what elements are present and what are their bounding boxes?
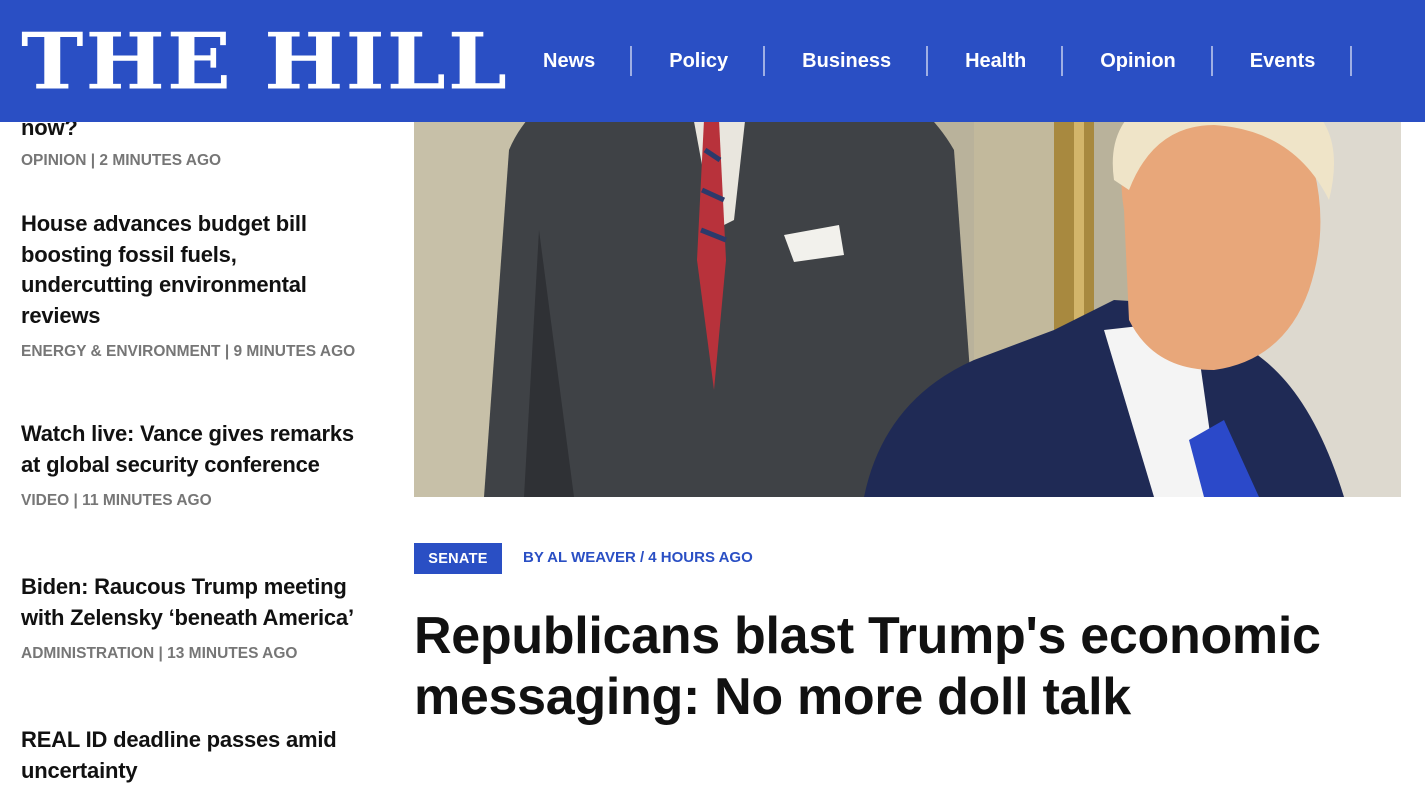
- main-nav: News Policy Business Health Opinion Even…: [506, 0, 1352, 122]
- nav-policy[interactable]: Policy: [632, 45, 766, 77]
- list-item: House advances budget bill boosting foss…: [21, 209, 361, 365]
- nav-news[interactable]: News: [506, 45, 633, 77]
- story-title[interactable]: Watch live: Vance gives remarks at globa…: [21, 419, 361, 480]
- story-meta: OPINION | 2 MINUTES AGO: [21, 151, 222, 169]
- nav-business[interactable]: Business: [765, 45, 929, 77]
- story-title[interactable]: REAL ID deadline passes amid uncertainty: [21, 725, 361, 786]
- site-header: THE HILL News Policy Business Health Opi…: [0, 0, 1425, 122]
- list-item: Biden: Raucous Trump meeting with Zelens…: [21, 572, 361, 667]
- section-tag-senate[interactable]: SENATE: [414, 543, 502, 574]
- nav-health[interactable]: Health: [928, 45, 1064, 77]
- list-item: REAL ID deadline passes amid uncertainty: [21, 725, 361, 786]
- story-title[interactable]: House advances budget bill boosting foss…: [21, 209, 361, 331]
- nav-opinion[interactable]: Opinion: [1063, 45, 1213, 77]
- site-logo[interactable]: THE HILL: [21, 15, 509, 106]
- story-meta: ADMINISTRATION | 13 MINUTES AGO: [21, 645, 298, 662]
- list-item: now? OPINION | 2 MINUTES AGO: [21, 113, 361, 174]
- story-meta: ENERGY & ENVIRONMENT | 9 MINUTES AGO: [21, 343, 356, 360]
- article-headline[interactable]: Republicans blast Trump's economic messa…: [414, 606, 1414, 728]
- article-byline[interactable]: BY AL WEAVER / 4 HOURS AGO: [523, 547, 753, 569]
- list-item: Watch live: Vance gives remarks at globa…: [21, 419, 361, 514]
- nav-events[interactable]: Events: [1213, 45, 1353, 77]
- story-meta: VIDEO | 11 MINUTES AGO: [21, 492, 212, 509]
- story-title[interactable]: Biden: Raucous Trump meeting with Zelens…: [21, 572, 361, 633]
